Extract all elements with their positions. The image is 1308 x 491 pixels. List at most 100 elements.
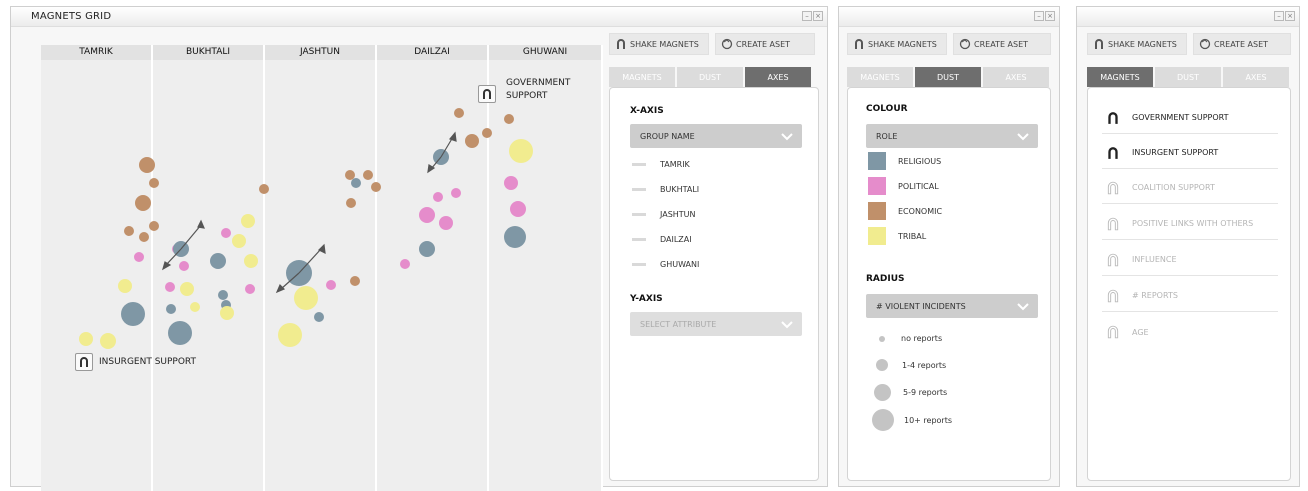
dust-particle-tribal[interactable]	[79, 332, 93, 346]
dust-particle-political[interactable]	[419, 207, 435, 223]
shake-magnets-button[interactable]: SHAKE MAGNETS	[609, 33, 709, 55]
grid-panel-title: MAGNETS GRID	[31, 11, 112, 22]
close-button[interactable]: ×	[1045, 11, 1055, 21]
shake-magnets-button[interactable]: SHAKE MAGNETS	[1087, 33, 1187, 55]
dust-particle-political[interactable]	[439, 216, 453, 230]
dust-particle-economic[interactable]	[504, 114, 514, 124]
dust-particle-religious[interactable]	[433, 149, 449, 165]
magnet-item-positive-links[interactable]: POSITIVE LINKS WITH OTHERS	[1102, 208, 1278, 240]
tab-axes[interactable]: AXES	[1223, 67, 1289, 87]
dust-particle-political[interactable]	[179, 261, 189, 271]
tab-magnets[interactable]: MAGNETS	[847, 67, 913, 87]
dust-particle-religious[interactable]	[504, 226, 526, 248]
dust-particle-economic[interactable]	[346, 198, 356, 208]
dust-particle-tribal[interactable]	[232, 234, 246, 248]
dust-particle-religious[interactable]	[286, 260, 312, 286]
colour-select[interactable]: ROLE	[866, 124, 1038, 148]
dust-particle-religious[interactable]	[419, 241, 435, 257]
dust-particle-political[interactable]	[504, 176, 518, 190]
magnet-item-government-support[interactable]: GOVERNMENT SUPPORT	[1102, 102, 1278, 134]
create-aset-button[interactable]: CREATE ASET	[953, 33, 1051, 55]
dust-particle-economic[interactable]	[363, 170, 373, 180]
x-axis-item-label: DAILZAI	[660, 235, 692, 244]
shake-magnets-button[interactable]: SHAKE MAGNETS	[847, 33, 947, 55]
dust-particle-economic[interactable]	[465, 134, 479, 148]
dust-particle-economic[interactable]	[149, 178, 159, 188]
dust-particle-economic[interactable]	[454, 108, 464, 118]
dust-particle-economic[interactable]	[350, 276, 360, 286]
magnet-icon	[1095, 39, 1103, 49]
x-axis-item-label: BUKHTALI	[660, 185, 700, 194]
dust-particle-tribal[interactable]	[278, 323, 302, 347]
dust-particle-religious[interactable]	[218, 290, 228, 300]
dust-particle-economic[interactable]	[482, 128, 492, 138]
x-axis-item[interactable]: BUKHTALI	[632, 185, 699, 194]
magnet-item-reports[interactable]: # REPORTS	[1102, 280, 1278, 312]
close-button[interactable]: ×	[1285, 11, 1295, 21]
tab-dust[interactable]: DUST	[677, 67, 743, 87]
dust-particle-religious[interactable]	[168, 321, 192, 345]
dust-particle-tribal[interactable]	[190, 302, 200, 312]
minimize-button[interactable]: –	[802, 11, 812, 21]
dust-particle-political[interactable]	[245, 284, 255, 294]
x-axis-item[interactable]: JASHTUN	[632, 210, 696, 219]
dust-particle-religious[interactable]	[210, 253, 226, 269]
minimize-button[interactable]: –	[1034, 11, 1044, 21]
dust-particle-economic[interactable]	[135, 195, 151, 211]
dust-particle-tribal[interactable]	[294, 286, 318, 310]
dust-particle-political[interactable]	[433, 192, 443, 202]
tab-magnets[interactable]: MAGNETS	[609, 67, 675, 87]
magnet-item-coalition-support[interactable]: COALITION SUPPORT	[1102, 172, 1278, 204]
dust-particle-political[interactable]	[134, 252, 144, 262]
tab-axes[interactable]: AXES	[745, 67, 811, 87]
magnet-item-age[interactable]: AGE	[1102, 316, 1278, 348]
dust-particle-political[interactable]	[165, 282, 175, 292]
create-aset-button[interactable]: CREATE ASET	[715, 33, 815, 55]
tab-dust[interactable]: DUST	[915, 67, 981, 87]
dust-particle-political[interactable]	[221, 228, 231, 238]
dust-particle-tribal[interactable]	[118, 279, 132, 293]
y-axis-select[interactable]: SELECT ATTRIBUTE	[630, 312, 802, 336]
radius-select[interactable]: # VIOLENT INCIDENTS	[866, 294, 1038, 318]
dust-particle-tribal[interactable]	[244, 254, 258, 268]
dust-particle-economic[interactable]	[139, 157, 155, 173]
government-support-label: GOVERNMENT SUPPORT	[506, 77, 570, 103]
minimize-button[interactable]: –	[1274, 11, 1284, 21]
dust-particle-tribal[interactable]	[180, 282, 194, 296]
dust-particle-political[interactable]	[451, 188, 461, 198]
dust-particle-religious[interactable]	[166, 304, 176, 314]
dust-particle-tribal[interactable]	[241, 214, 255, 228]
create-aset-label: CREATE ASET	[974, 39, 1029, 49]
dust-particle-political[interactable]	[400, 259, 410, 269]
dust-particle-tribal[interactable]	[509, 139, 533, 163]
tab-magnets[interactable]: MAGNETS	[1087, 67, 1153, 87]
x-axis-select[interactable]: GROUP NAME	[630, 124, 802, 148]
magnet-item-insurgent-support[interactable]: INSURGENT SUPPORT	[1102, 137, 1278, 169]
magnets-card: GOVERNMENT SUPPORT INSURGENT SUPPORT COA…	[1087, 87, 1291, 481]
x-axis-item[interactable]: GHUWANI	[632, 260, 699, 269]
x-axis-item[interactable]: DAILZAI	[632, 235, 692, 244]
dust-particle-tribal[interactable]	[220, 306, 234, 320]
dust-particle-religious[interactable]	[314, 312, 324, 322]
magnet-item-influence[interactable]: INFLUENCE	[1102, 244, 1278, 276]
dust-particle-religious[interactable]	[173, 241, 189, 257]
dust-particle-religious[interactable]	[351, 178, 361, 188]
dust-particle-economic[interactable]	[259, 184, 269, 194]
dust-particle-economic[interactable]	[124, 226, 134, 236]
government-support-magnet[interactable]	[478, 85, 496, 103]
dust-particle-political[interactable]	[326, 280, 336, 290]
create-aset-button[interactable]: CREATE ASET	[1193, 33, 1291, 55]
magnets-titlebar: – ×	[1077, 7, 1299, 27]
dust-particle-political[interactable]	[510, 201, 526, 217]
dust-particle-economic[interactable]	[149, 221, 159, 231]
magnet-grid[interactable]: TAMRIK BUKHTALI JASHTUN DAILZAI GHUWANI	[41, 45, 611, 491]
dust-particle-economic[interactable]	[371, 182, 381, 192]
close-button[interactable]: ×	[813, 11, 823, 21]
tab-dust[interactable]: DUST	[1155, 67, 1221, 87]
insurgent-support-magnet[interactable]	[75, 353, 93, 371]
x-axis-item[interactable]: TAMRIK	[632, 160, 690, 169]
dust-particle-economic[interactable]	[139, 232, 149, 242]
dust-particle-religious[interactable]	[121, 302, 145, 326]
dust-particle-tribal[interactable]	[100, 333, 116, 349]
tab-axes[interactable]: AXES	[983, 67, 1049, 87]
